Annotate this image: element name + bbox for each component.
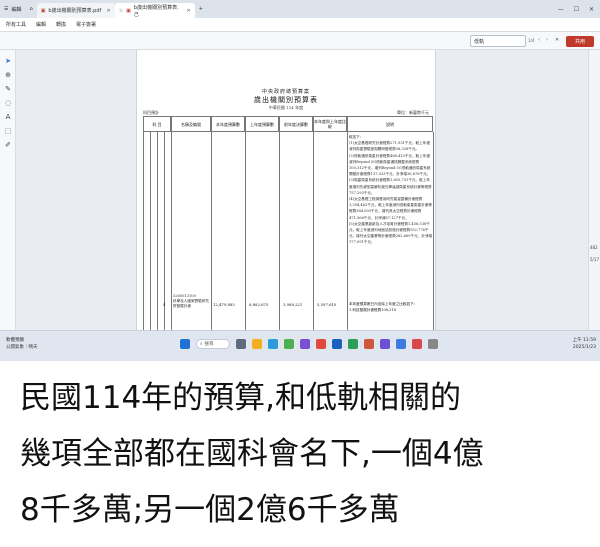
stamp-icon[interactable]: ✐	[3, 140, 13, 150]
edit-tab[interactable]: ☰ 編輯	[0, 2, 26, 16]
doc-title-1: 中央政府總預算案	[261, 89, 310, 95]
tool-rail: ➤ ⊕ ✎ ◌ A ⬚ ✐	[0, 50, 16, 330]
taskbar-search[interactable]: ⌕ 搜尋	[196, 339, 230, 349]
table-rule	[157, 132, 158, 330]
pdf-icon: ▣	[126, 7, 131, 14]
caption-text: 民國114年的預算,和低軌相關的 幾項全部都在國科會名下,一個4億 8千多萬;另…	[20, 370, 590, 538]
right-side-strip: 482 5/17	[588, 50, 600, 330]
document-toolbar: 低軌 1/4 ‹ › ✕ 共用	[0, 32, 600, 50]
close-find-icon[interactable]: ✕	[555, 37, 559, 43]
menu-all-tools[interactable]: 所有工具	[6, 21, 26, 28]
row-index: 4	[163, 302, 166, 307]
share-button[interactable]: 共用	[566, 36, 594, 47]
teams-icon[interactable]	[380, 339, 390, 349]
media-icon[interactable]	[412, 339, 422, 349]
minimize-icon[interactable]: —	[558, 6, 564, 13]
close-icon[interactable]: ✕	[186, 8, 190, 14]
header-notes: 說明	[347, 116, 433, 132]
start-icon[interactable]	[180, 339, 190, 349]
table-rule	[279, 132, 280, 330]
home-icon[interactable]: ⌂	[26, 2, 37, 16]
chrome-icon[interactable]	[284, 339, 294, 349]
table-rule	[171, 132, 172, 330]
notes-text: 較如下： (1)太空基礎研究計畫經費271,931千元，較上年度減列衛星實驗室相…	[349, 135, 433, 245]
doc-year: 中華民國 114 年度	[268, 105, 304, 110]
cursor-icon[interactable]: ➤	[3, 56, 13, 66]
settings-icon[interactable]	[428, 339, 438, 349]
notes-tail: 本年度預算數已內含除上年度之比較如下： 1.科技發展計畫經費108,318	[349, 302, 418, 313]
value-this-year: 12,479,885	[213, 302, 235, 307]
value-prev-actual: 3,988,221	[283, 302, 303, 307]
zoom-icon[interactable]: ⊕	[3, 70, 13, 80]
word-icon[interactable]	[332, 339, 342, 349]
app-icon[interactable]	[300, 339, 310, 349]
star-icon: ☆	[118, 7, 124, 14]
header-compare: 本年度與上年度比較	[313, 116, 347, 132]
value-last-year: 6,882,675	[249, 302, 269, 307]
window-controls: — ☐ ✕	[558, 6, 600, 13]
windows-taskbar: 軟體預顯 公開氣象｜晴天 ⌕ 搜尋 上午 11:59 2025/1/23	[0, 330, 600, 361]
table-rule	[150, 132, 151, 330]
page-count: 5/17	[590, 257, 599, 262]
grid-icon: ☰	[4, 6, 9, 12]
lasso-icon[interactable]: ◌	[3, 98, 13, 108]
header-subject: 科 目	[143, 116, 171, 132]
maximize-icon[interactable]: ☐	[574, 6, 579, 13]
doc-title-2: 歲出機關別預算表	[254, 96, 318, 104]
pdf-icon: ▣	[40, 7, 46, 14]
select-area-icon[interactable]: ⬚	[3, 126, 13, 136]
header-last-year: 上年度預算數	[245, 116, 279, 132]
menu-edit[interactable]: 編輯	[36, 21, 46, 28]
table-rule	[164, 132, 165, 330]
find-input[interactable]: 低軌	[470, 35, 526, 47]
row-code: 5265013100 科學及人國家實驗研究院發展計畫	[173, 294, 209, 308]
table-rule	[211, 132, 212, 330]
value-compare: 5,597,610	[317, 302, 337, 307]
taskbar-apps: ⌕ 搜尋	[180, 339, 438, 349]
edge-icon[interactable]	[268, 339, 278, 349]
caption-line-1: 民國114年的預算,和低軌相關的	[20, 380, 462, 416]
tab-pdf-1[interactable]: ▣ b歲出機關別預算表.pdf ✕	[36, 3, 115, 18]
text-icon[interactable]: A	[3, 112, 13, 122]
pdf-page: 中央政府總預算案 歲出機關別預算表 中華民國 114 年度 科目預計 單位：新臺…	[136, 50, 436, 330]
table-rule	[313, 132, 314, 330]
caption-line-2: 幾項全部都在國科會名下,一個4億	[20, 436, 484, 472]
next-match-icon[interactable]: ›	[546, 37, 548, 43]
menu-bar: 所有工具 編輯 轉換 電子簽署	[0, 18, 600, 32]
header-name: 名稱及編號	[171, 116, 211, 132]
prev-match-icon[interactable]: ‹	[538, 37, 540, 43]
system-tray[interactable]: 上午 11:59 2025/1/23	[540, 337, 596, 351]
page-number[interactable]: 482	[590, 245, 598, 250]
ppt-icon[interactable]	[364, 339, 374, 349]
match-count: 1/4	[528, 38, 535, 43]
file-explorer-icon[interactable]	[252, 339, 262, 349]
close-icon[interactable]: ✕	[106, 8, 110, 14]
search-icon: ⌕	[200, 342, 203, 347]
header-this-year: 本年度預算數	[211, 116, 245, 132]
table-rule	[143, 132, 144, 330]
menu-convert[interactable]: 轉換	[56, 21, 66, 28]
browser-tab-bar: ☰ 編輯 ⌂ ▣ b歲出機關別預算表.pdf ✕ ☆ ▣ b歲出機關別預算表.己…	[0, 0, 600, 18]
menu-e-sign[interactable]: 電子簽署	[76, 21, 96, 28]
new-tab-button[interactable]: +	[195, 2, 207, 16]
page-viewport[interactable]: 中央政府總預算案 歲出機關別預算表 中華民國 114 年度 科目預計 單位：新臺…	[16, 50, 588, 330]
table-rule	[245, 132, 246, 330]
tab-pdf-2[interactable]: ☆ ▣ b歲出機關別預算表.己 ✕	[114, 3, 195, 18]
close-window-icon[interactable]: ✕	[589, 6, 594, 13]
weather-widget[interactable]: 軟體預顯 公開氣象｜晴天	[6, 337, 38, 351]
screenshot-area: ☰ 編輯 ⌂ ▣ b歲出機關別預算表.pdf ✕ ☆ ▣ b歲出機關別預算表.己…	[0, 0, 600, 361]
caption-line-3: 8千多萬;另一個2億6千多萬	[20, 492, 400, 528]
table-rule	[347, 132, 348, 330]
store-icon[interactable]	[396, 339, 406, 349]
header-prev-actual: 前年度決算數	[279, 116, 313, 132]
acrobat-icon[interactable]	[316, 339, 326, 349]
task-view-icon[interactable]	[236, 339, 246, 349]
excel-icon[interactable]	[348, 339, 358, 349]
pen-icon[interactable]: ✎	[3, 84, 13, 94]
table-rule	[433, 132, 434, 330]
